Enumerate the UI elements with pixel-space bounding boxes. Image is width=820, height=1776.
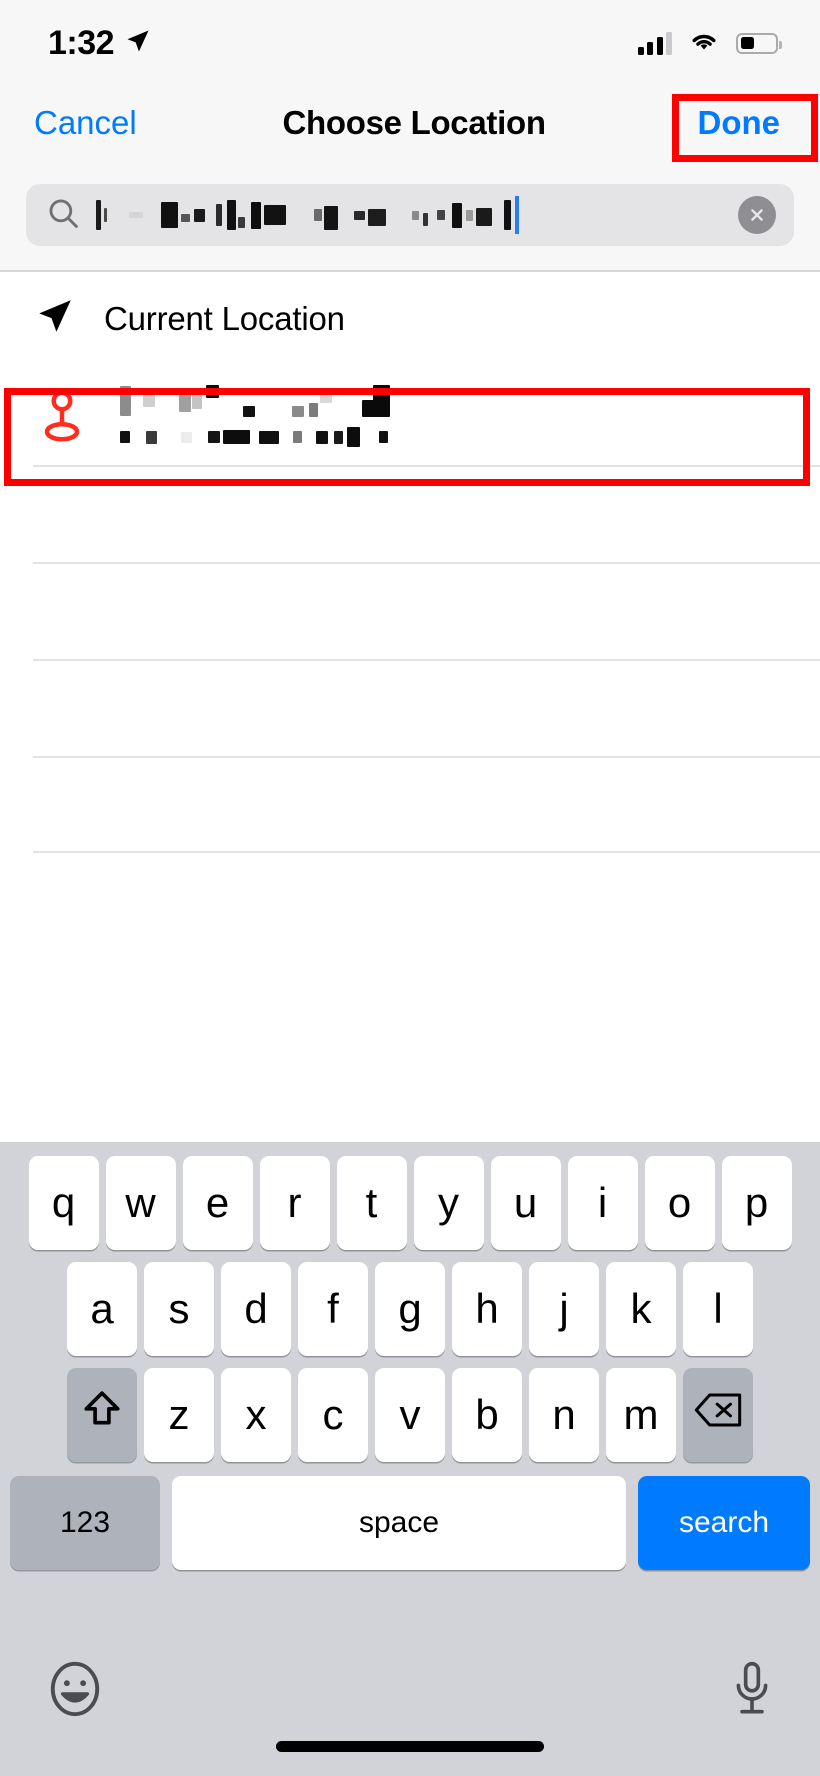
map-pin-icon (34, 389, 90, 443)
battery-icon (736, 32, 782, 54)
current-location-label: Current Location (104, 299, 345, 337)
key-p[interactable]: p (721, 1156, 792, 1250)
clear-search-button[interactable] (738, 196, 776, 234)
key-s[interactable]: s (144, 1262, 214, 1356)
key-v[interactable]: v (375, 1368, 445, 1462)
key-t[interactable]: t (336, 1156, 407, 1250)
search-input-value[interactable] (94, 184, 724, 246)
on-screen-keyboard: q w e r t y u i o p a s d f g h j k l z … (0, 1142, 820, 1776)
key-q[interactable]: q (28, 1156, 99, 1250)
numbers-key[interactable]: 123 (10, 1476, 160, 1570)
shift-key[interactable] (67, 1368, 137, 1462)
key-b[interactable]: b (452, 1368, 522, 1462)
status-bar-left: 1:32 (48, 24, 152, 63)
list-item[interactable] (0, 659, 820, 756)
status-bar-right (637, 29, 782, 58)
search-bar-container (0, 160, 820, 270)
search-result-row[interactable] (0, 367, 820, 465)
location-arrow-icon (124, 27, 152, 60)
text-cursor (515, 196, 519, 234)
done-button[interactable]: Done (691, 96, 786, 150)
keyboard-row-4: 123 space search (0, 1462, 820, 1570)
key-w[interactable]: w (105, 1156, 176, 1250)
backspace-key[interactable] (683, 1368, 753, 1462)
cellular-signal-icon (637, 31, 672, 55)
keyboard-row-3: z x c v b n m (0, 1356, 820, 1462)
status-bar: 1:32 (0, 0, 820, 86)
space-key[interactable]: space (172, 1476, 626, 1570)
home-indicator[interactable] (276, 1741, 544, 1752)
keyboard-row-2: a s d f g h j k l (0, 1250, 820, 1356)
list-item[interactable] (0, 756, 820, 853)
key-i[interactable]: i (567, 1156, 638, 1250)
navigation-bar: Cancel Choose Location Done (0, 86, 820, 160)
key-d[interactable]: d (221, 1262, 291, 1356)
key-f[interactable]: f (298, 1262, 368, 1356)
key-z[interactable]: z (144, 1368, 214, 1462)
list-item[interactable] (0, 465, 820, 562)
location-results-list: Current Location (0, 270, 820, 1142)
backspace-icon (693, 1391, 743, 1439)
search-return-key[interactable]: search (638, 1476, 810, 1570)
keyboard-bottom-bar (0, 1626, 820, 1776)
key-g[interactable]: g (375, 1262, 445, 1356)
key-m[interactable]: m (606, 1368, 676, 1462)
redacted-result-subtitle (120, 427, 390, 447)
wifi-icon (688, 29, 720, 58)
list-item-current-location[interactable]: Current Location (0, 270, 820, 367)
keyboard-row-1: q w e r t y u i o p (0, 1142, 820, 1250)
cancel-button[interactable]: Cancel (34, 104, 137, 142)
list-item[interactable] (0, 562, 820, 659)
key-y[interactable]: y (413, 1156, 484, 1250)
key-l[interactable]: l (683, 1262, 753, 1356)
emoji-smiley-icon[interactable] (46, 1660, 104, 1723)
status-time: 1:32 (48, 23, 115, 62)
key-h[interactable]: h (452, 1262, 522, 1356)
search-result-texts (120, 385, 390, 447)
search-input[interactable] (26, 184, 794, 246)
page-title: Choose Location (282, 104, 546, 141)
key-k[interactable]: k (606, 1262, 676, 1356)
key-u[interactable]: u (490, 1156, 561, 1250)
key-r[interactable]: r (259, 1156, 330, 1250)
key-n[interactable]: n (529, 1368, 599, 1462)
key-o[interactable]: o (644, 1156, 715, 1250)
shift-arrow-icon (79, 1387, 125, 1443)
key-x[interactable]: x (221, 1368, 291, 1462)
key-j[interactable]: j (529, 1262, 599, 1356)
key-e[interactable]: e (182, 1156, 253, 1250)
redacted-search-text (94, 184, 511, 246)
key-a[interactable]: a (67, 1262, 137, 1356)
microphone-icon[interactable] (730, 1660, 774, 1723)
search-icon (46, 196, 80, 235)
redacted-result-title (120, 385, 390, 417)
key-c[interactable]: c (298, 1368, 368, 1462)
location-arrow-icon (34, 295, 76, 342)
